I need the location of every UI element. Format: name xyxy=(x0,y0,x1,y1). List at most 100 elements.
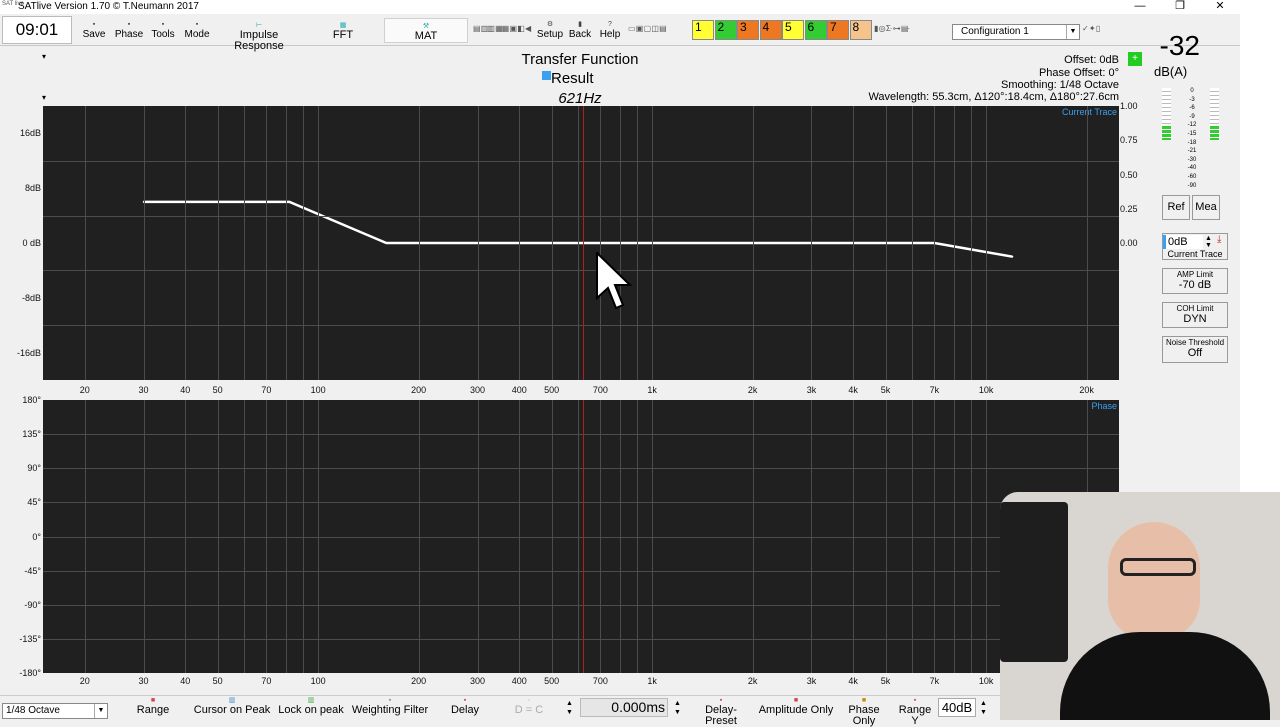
presenter-shirt xyxy=(1060,632,1270,720)
amplitude-plot[interactable]: Current Trace xyxy=(43,106,1119,380)
y-tick-label: -180° xyxy=(19,668,41,678)
display-icons[interactable]: ▭ ▣ ▢ ◫ ▤ xyxy=(628,24,667,33)
phase-button[interactable]: ▪ Phase xyxy=(112,15,146,45)
delay-button[interactable]: ▪ Delay xyxy=(440,697,490,716)
webcam-overlay xyxy=(1000,492,1280,720)
expand-icon[interactable]: ▾ xyxy=(42,93,46,102)
phase-only-label: Phase Only xyxy=(848,704,880,727)
range-y-stepper[interactable]: ▲ ▼ xyxy=(980,699,987,717)
maximize-button[interactable]: ❐ xyxy=(1160,0,1200,14)
minimize-button[interactable]: — xyxy=(1120,0,1160,14)
trace-color-icon[interactable]: ⤓ xyxy=(1217,234,1221,245)
channel-5-button[interactable]: 5 xyxy=(782,20,804,40)
app-logo: SAT live xyxy=(2,1,24,7)
grid-line-h xyxy=(43,638,1119,640)
coh-limit-value: DYN xyxy=(1183,313,1207,325)
delay-stepper-left[interactable]: ▲ ▼ xyxy=(566,699,573,717)
grid-line-h xyxy=(43,215,1119,217)
pin-icon[interactable]: ▾ xyxy=(42,52,46,61)
y-tick-label: 45° xyxy=(27,497,41,508)
trace-offset-input[interactable]: 0dB xyxy=(1163,235,1203,249)
phase-trace-label: Phase xyxy=(1091,401,1117,411)
phase-only-button[interactable]: ■ Phase Only xyxy=(836,697,892,727)
back-icon: ▮ xyxy=(578,21,582,28)
noise-threshold-box[interactable]: Noise Threshold Off xyxy=(1162,336,1228,363)
channel-1-button[interactable]: 1 xyxy=(692,20,714,40)
channel-2-button[interactable]: 2 xyxy=(714,20,737,40)
save-label: Save xyxy=(82,29,106,40)
mea-button[interactable]: Mea xyxy=(1192,195,1220,220)
phase-plot[interactable]: Phase xyxy=(43,400,1119,673)
x-tick-label: 5k xyxy=(880,385,891,395)
mode-button[interactable]: ▪ Mode xyxy=(182,15,212,45)
add-icon[interactable]: + xyxy=(1128,52,1142,66)
close-button[interactable]: ✕ xyxy=(1200,0,1240,14)
cursor-on-peak-button[interactable]: ▥ Cursor on Peak xyxy=(192,697,272,716)
tab-mat[interactable]: ⚒ MAT xyxy=(384,18,468,43)
channel-8-button[interactable]: 8 xyxy=(849,20,872,40)
frequency-cursor[interactable] xyxy=(583,106,585,380)
grid-line-h xyxy=(43,570,1119,572)
offset-stepper[interactable]: ▲ ▼ xyxy=(1205,235,1212,249)
range-button[interactable]: ■ Range xyxy=(120,697,186,716)
grid-line-h xyxy=(43,434,1119,436)
meter-left xyxy=(1162,88,1171,140)
wavelength-readout: Wavelength: 55.3cm, Δ120°:18.4cm, Δ180°:… xyxy=(868,91,1119,103)
config-icons[interactable]: ✓ ✦ ▯ xyxy=(1082,24,1100,33)
channel-6-button[interactable]: 6 xyxy=(804,20,827,40)
lock-on-peak-button[interactable]: ▥ Lock on peak xyxy=(276,697,346,716)
channel-3-button[interactable]: 3 xyxy=(737,20,759,40)
legend-result[interactable]: Result xyxy=(542,70,594,87)
y-tick-label: 180° xyxy=(22,395,41,405)
plot-title: Transfer Function xyxy=(521,51,639,68)
mode-label: Mode xyxy=(184,29,210,40)
channel-7-button[interactable]: 7 xyxy=(827,20,849,40)
x-tick-label: 300 xyxy=(469,385,486,395)
misc-icons[interactable]: ▮ ◎ Σ· ⊶ ▤· xyxy=(874,24,910,33)
y-tick-label: 16dB xyxy=(19,128,41,139)
trace-point xyxy=(288,201,291,203)
trace-offset-control: 0dB ▲ ▼ ⤓ Current Trace xyxy=(1162,233,1228,260)
tools-label: Tools xyxy=(151,29,175,40)
x-tick-label: 100 xyxy=(310,385,326,395)
setup-button[interactable]: ⚙ Setup xyxy=(536,15,564,45)
help-button[interactable]: ? Help xyxy=(596,15,624,45)
amp-limit-box[interactable]: AMP Limit -70 dB xyxy=(1162,268,1228,294)
d-equals-c-button[interactable]: ◦ D = C xyxy=(506,697,552,716)
save-button[interactable]: ▪ Save xyxy=(78,15,110,45)
channel-4-button[interactable]: 4 xyxy=(759,20,782,40)
phase-offset-readout: Phase Offset: 0° xyxy=(1038,67,1119,79)
coherence-tick-label: 1.00 xyxy=(1120,101,1138,111)
x-tick-label: 1k xyxy=(647,676,657,686)
back-button[interactable]: ▮ Back xyxy=(566,15,594,45)
y-tick-label: -8dB xyxy=(21,292,41,303)
configuration-select[interactable]: Configuration 1 ▼ xyxy=(952,24,1080,40)
range-y-input[interactable]: 40dB xyxy=(938,698,976,717)
grid-line-h xyxy=(43,325,1119,327)
view-mode-icons[interactable]: ▤ ▥▥ ▦▦ ▣ ◧ ◀ xyxy=(473,24,531,33)
coherence-tick-label: 0.50 xyxy=(1120,169,1138,180)
tab-fft[interactable]: ▦ FFT xyxy=(302,18,384,43)
tab-impulse-response[interactable]: ⊢ Impulse Response xyxy=(216,18,302,52)
delay-input[interactable]: 0.000ms xyxy=(580,698,668,717)
delay-preset-button[interactable]: ▪ Delay-Preset xyxy=(690,697,752,727)
tools-button[interactable]: ▪ Tools xyxy=(148,15,178,45)
smoothing-readout: Smoothing: 1/48 Octave xyxy=(1000,79,1119,91)
delay-stepper-right[interactable]: ▲ ▼ xyxy=(674,699,681,717)
legend-swatch xyxy=(542,71,551,80)
toolbar: 09:01 ▪ Save ▪ Phase ▪ Tools ▪ Mode ⊢ Impulse… xyxy=(0,14,1240,52)
smoothing-select[interactable]: 1/48 Octave ▼ xyxy=(2,703,108,719)
weighting-filter-button[interactable]: ▪ Weighting Filter xyxy=(350,697,430,716)
frequency-cursor[interactable] xyxy=(583,400,585,673)
delay-preset-label: Delay-Preset xyxy=(705,704,737,727)
ref-button[interactable]: Ref xyxy=(1162,195,1190,220)
range-y-button[interactable]: ▪ Range Y xyxy=(894,697,936,727)
offset-readout: Offset: 0dB xyxy=(1064,54,1119,66)
meter-tick-label: -21 xyxy=(1187,148,1197,155)
meter-tick-label: -90 xyxy=(1187,182,1197,189)
amplitude-only-button[interactable]: ■ Amplitude Only xyxy=(758,697,834,716)
coh-limit-box[interactable]: COH Limit DYN xyxy=(1162,302,1228,328)
current-trace-caption: Current Trace xyxy=(1167,249,1223,259)
y-tick-label: 90° xyxy=(27,463,41,474)
grid-line-h xyxy=(43,604,1119,606)
